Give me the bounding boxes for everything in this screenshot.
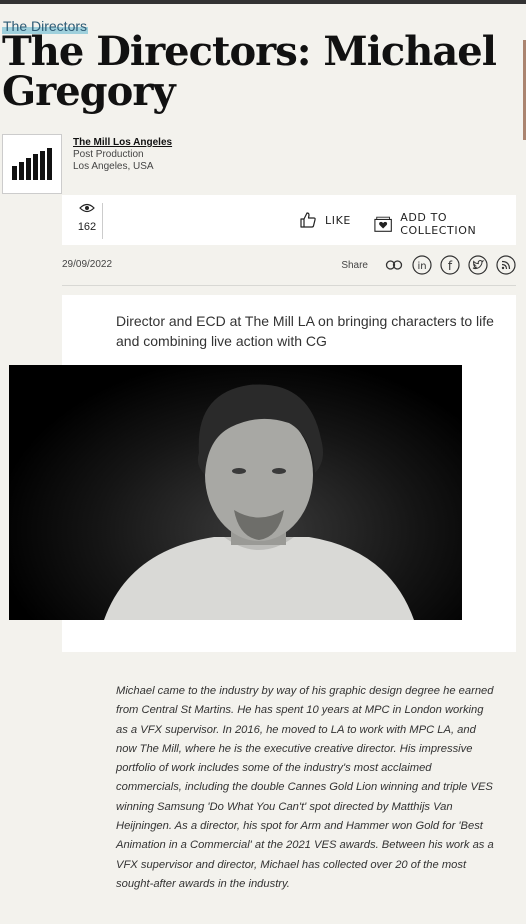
meta-row: 29/09/2022 Share in f: [62, 255, 516, 286]
portrait-photo: [9, 365, 462, 620]
article-body: Michael came to the industry by way of h…: [116, 685, 494, 890]
portrait-figure: [104, 384, 414, 620]
svg-text:in: in: [417, 261, 426, 272]
eye-icon: [79, 203, 95, 213]
add-to-collection-button[interactable]: ADD TO COLLECTION: [374, 211, 516, 237]
company-location: Los Angeles, USA: [73, 161, 154, 172]
like-label: LIKE: [325, 213, 351, 227]
facebook-icon[interactable]: f: [440, 255, 460, 275]
twitter-icon[interactable]: [468, 255, 488, 275]
thumbs-up-icon: [300, 212, 316, 228]
company-block: The Mill Los Angeles Post Production Los…: [2, 134, 172, 194]
company-logo[interactable]: [2, 134, 62, 194]
divider: [102, 203, 103, 239]
linkedin-icon[interactable]: in: [412, 255, 432, 275]
page-title: The Directors: Michael Gregory: [2, 28, 497, 115]
mill-logo-icon: [12, 148, 52, 180]
link-icon[interactable]: [384, 255, 404, 275]
company-category: Post Production: [73, 149, 144, 160]
share-label: Share: [341, 259, 368, 271]
company-info: The Mill Los Angeles Post Production Los…: [73, 137, 172, 194]
publish-date: 29/09/2022: [62, 259, 113, 270]
like-button[interactable]: LIKE: [299, 211, 351, 229]
collection-label: ADD TO COLLECTION: [400, 211, 477, 237]
top-bar: [0, 0, 526, 4]
collection-heart-icon: [374, 216, 392, 232]
article-standfirst: Director and ECD at The Mill LA on bring…: [116, 313, 494, 349]
views-count: 162: [77, 221, 97, 233]
views-counter: 162: [72, 203, 102, 235]
svg-text:f: f: [448, 259, 453, 273]
stats-bar: 162 LIKE ADD TO COLLECTION: [62, 195, 516, 245]
rss-icon[interactable]: [496, 255, 516, 275]
company-name-link[interactable]: The Mill Los Angeles: [73, 137, 172, 149]
share-bar: Share in f: [341, 255, 516, 275]
